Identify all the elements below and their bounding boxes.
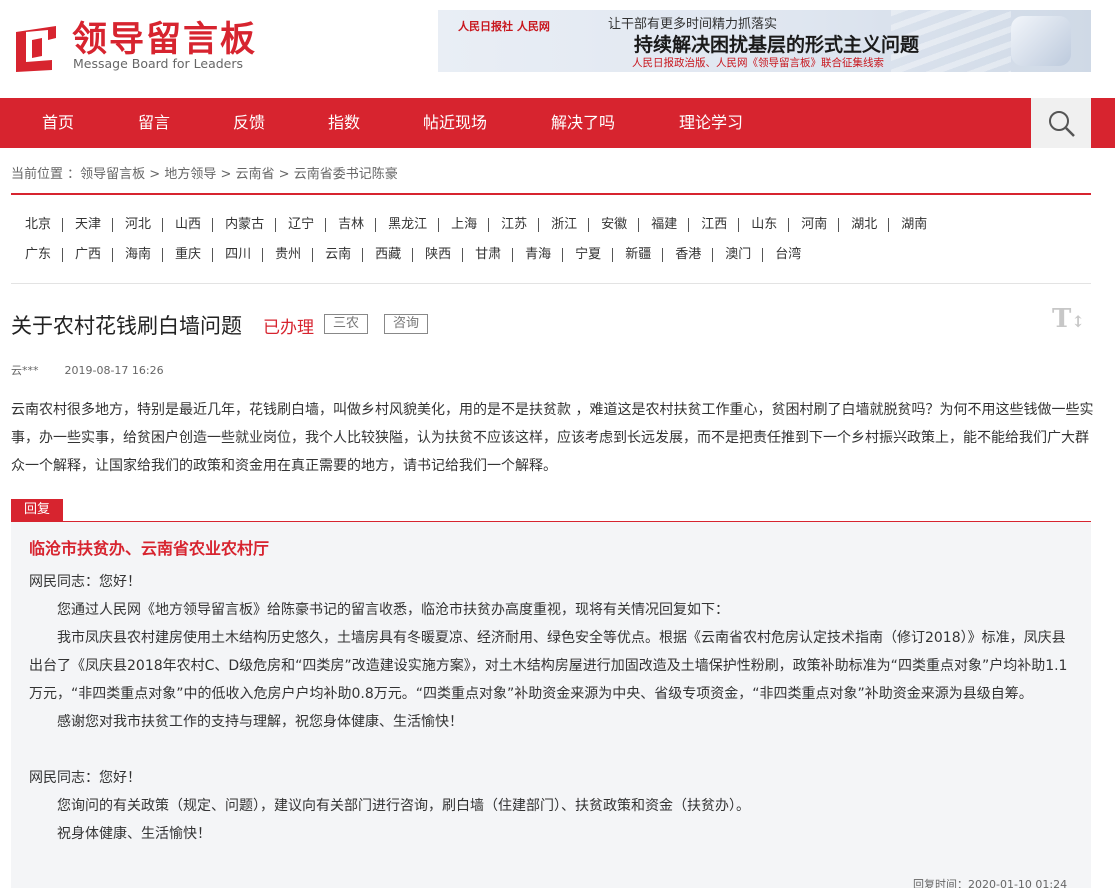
region-link[interactable]: 浙江	[538, 218, 588, 232]
region-link[interactable]: 四川	[212, 248, 262, 262]
font-toggle-arrow-icon: ↕	[1071, 312, 1085, 331]
nav-resolved[interactable]: 解决了吗	[551, 98, 615, 148]
nav-feedback[interactable]: 反馈	[233, 98, 265, 148]
region-link[interactable]: 陕西	[412, 248, 462, 262]
search-icon	[1049, 111, 1075, 137]
breadcrumb-item[interactable]: 云南省委书记陈豪	[294, 167, 398, 182]
breadcrumb-divider	[11, 193, 1091, 195]
nav-home[interactable]: 首页	[42, 98, 74, 148]
breadcrumb-separator: >	[274, 167, 294, 182]
nav-index[interactable]: 指数	[328, 98, 360, 148]
section-divider	[11, 283, 1091, 284]
breadcrumb-item[interactable]: 地方领导	[164, 167, 216, 182]
type-tag[interactable]: 咨询	[384, 314, 429, 334]
region-row: 广东 广西 海南 重庆 四川 贵州 云南 西藏 陕西 甘肃 青海 宁夏 新疆 香港 澳门 台湾	[13, 247, 812, 273]
region-link[interactable]: 青海	[512, 248, 562, 262]
breadcrumb-prefix: 当前位置 ：	[11, 167, 81, 182]
nav-onsite[interactable]: 帖近现场	[423, 98, 487, 148]
banner-media-logos: 人民日报社 人民网	[458, 20, 550, 33]
nav-messages[interactable]: 留言	[138, 98, 170, 148]
region-link[interactable]: 宁夏	[562, 248, 612, 262]
region-link[interactable]: 湖北	[838, 218, 888, 232]
region-link[interactable]: 河南	[788, 218, 838, 232]
reply-paragraph: 网民同志：您好！	[29, 574, 141, 590]
region-link[interactable]: 台湾	[762, 248, 812, 262]
reply-paragraph: 网民同志：您好！	[29, 770, 141, 786]
reply-paragraph: 您通过人民网《地方领导留言板》给陈豪书记的留言收悉，临沧市扶贫办高度重视，现将有…	[57, 602, 729, 618]
reply-content: 网民同志：您好！ 您通过人民网《地方领导留言板》给陈豪书记的留言收悉，临沧市扶贫…	[29, 568, 1069, 848]
reply-spacer	[29, 736, 1069, 764]
region-link[interactable]: 新疆	[612, 248, 662, 262]
region-link[interactable]: 湖南	[888, 218, 938, 232]
breadcrumb-separator: >	[216, 167, 236, 182]
campaign-banner[interactable]: 人民日报社 人民网 让干部有更多时间精力抓落实 持续解决困扰基层的形式主义问题 …	[438, 10, 1091, 72]
reply-paragraph: 我市凤庆县农村建房使用土木结构历史悠久，土墙房具有冬暖夏凉、经济耐用、绿色安全等…	[29, 630, 1068, 702]
region-row: 北京 天津 河北 山西 内蒙古 辽宁 吉林 黑龙江 上海 江苏 浙江 安徽 福建 江西 山东 河南 湖北 湖南	[13, 217, 938, 243]
main-nav: 首页 留言 反馈 指数 帖近现场 解决了吗 理论学习	[0, 98, 1115, 148]
region-link[interactable]: 黑龙江	[375, 218, 438, 232]
search-button[interactable]	[1031, 98, 1091, 148]
status-badge: 已办理	[263, 318, 314, 338]
breadcrumb: 当前位置 ：领导留言板 > 地方领导 > 云南省 > 云南省委书记陈豪	[11, 163, 398, 182]
region-link[interactable]: 吉林	[325, 218, 375, 232]
region-link[interactable]: 河北	[112, 218, 162, 232]
banner-decoration-icon	[1011, 16, 1071, 66]
region-link[interactable]: 重庆	[162, 248, 212, 262]
region-link[interactable]: 海南	[112, 248, 162, 262]
banner-subline: 人民日报政治版、人民网《领导留言板》联合征集线索	[632, 57, 884, 69]
region-link[interactable]: 云南	[312, 248, 362, 262]
reply-paragraph: 祝身体健康、生活愉快！	[57, 826, 211, 842]
region-link[interactable]: 上海	[438, 218, 488, 232]
region-link[interactable]: 内蒙古	[212, 218, 275, 232]
region-link[interactable]: 澳门	[712, 248, 762, 262]
region-link[interactable]: 甘肃	[462, 248, 512, 262]
breadcrumb-separator: >	[145, 167, 165, 182]
reply-badge: 回复	[11, 499, 63, 521]
region-link[interactable]: 广西	[62, 248, 112, 262]
region-link[interactable]: 江西	[688, 218, 738, 232]
region-link[interactable]: 贵州	[262, 248, 312, 262]
region-link[interactable]: 安徽	[588, 218, 638, 232]
category-tag[interactable]: 三农	[324, 314, 369, 334]
region-link[interactable]: 广东	[13, 248, 62, 262]
reply-time-value: 2020-01-10 01:24	[968, 878, 1068, 888]
post-meta: 云*** 2019-08-17 16:26	[11, 362, 164, 378]
banner-headline: 持续解决困扰基层的形式主义问题	[634, 34, 920, 56]
site-header: 领导留言板 Message Board for Leaders 人民日报社 人民…	[0, 0, 1115, 98]
reply-organization: 临沧市扶贫办、云南省农业农村厅	[29, 539, 270, 558]
region-link[interactable]: 辽宁	[275, 218, 325, 232]
post-date: 2019-08-17 16:26	[64, 364, 164, 377]
font-size-toggle-icon[interactable]: T↕	[1052, 304, 1085, 334]
logo-subtitle: Message Board for Leaders	[73, 56, 244, 71]
font-toggle-label: T	[1052, 304, 1072, 334]
reply-timestamp: 回复时间：2020-01-10 01:24	[913, 876, 1067, 888]
region-link[interactable]: 天津	[62, 218, 112, 232]
region-link[interactable]: 香港	[662, 248, 712, 262]
region-link[interactable]: 西藏	[362, 248, 412, 262]
breadcrumb-item[interactable]: 云南省	[236, 167, 275, 182]
region-link[interactable]: 福建	[638, 218, 688, 232]
post-content: 云南农村很多地方，特别是最近几年，花钱刷白墙，叫做乡村风貌美化，用的是不是扶贫款…	[11, 402, 1094, 474]
post-author: 云***	[11, 364, 39, 377]
reply-paragraph: 感谢您对我市扶贫工作的支持与理解，祝您身体健康、生活愉快！	[57, 714, 463, 730]
region-link[interactable]: 北京	[13, 218, 62, 232]
region-link[interactable]: 山西	[162, 218, 212, 232]
breadcrumb-item[interactable]: 领导留言板	[80, 167, 145, 182]
logo-mark-icon	[16, 26, 56, 72]
logo-title: 领导留言板	[72, 20, 258, 60]
reply-time-label: 回复时间：	[913, 878, 968, 888]
region-link[interactable]: 山东	[738, 218, 788, 232]
site-logo[interactable]: 领导留言板 Message Board for Leaders	[12, 20, 255, 76]
region-link[interactable]: 江苏	[488, 218, 538, 232]
reply-paragraph: 您询问的有关政策（规定、问题），建议向有关部门进行咨询，刷白墙（住建部门）、扶贫…	[57, 798, 750, 814]
nav-theory[interactable]: 理论学习	[679, 98, 743, 148]
post-title: 关于农村花钱刷白墙问题	[11, 314, 242, 338]
